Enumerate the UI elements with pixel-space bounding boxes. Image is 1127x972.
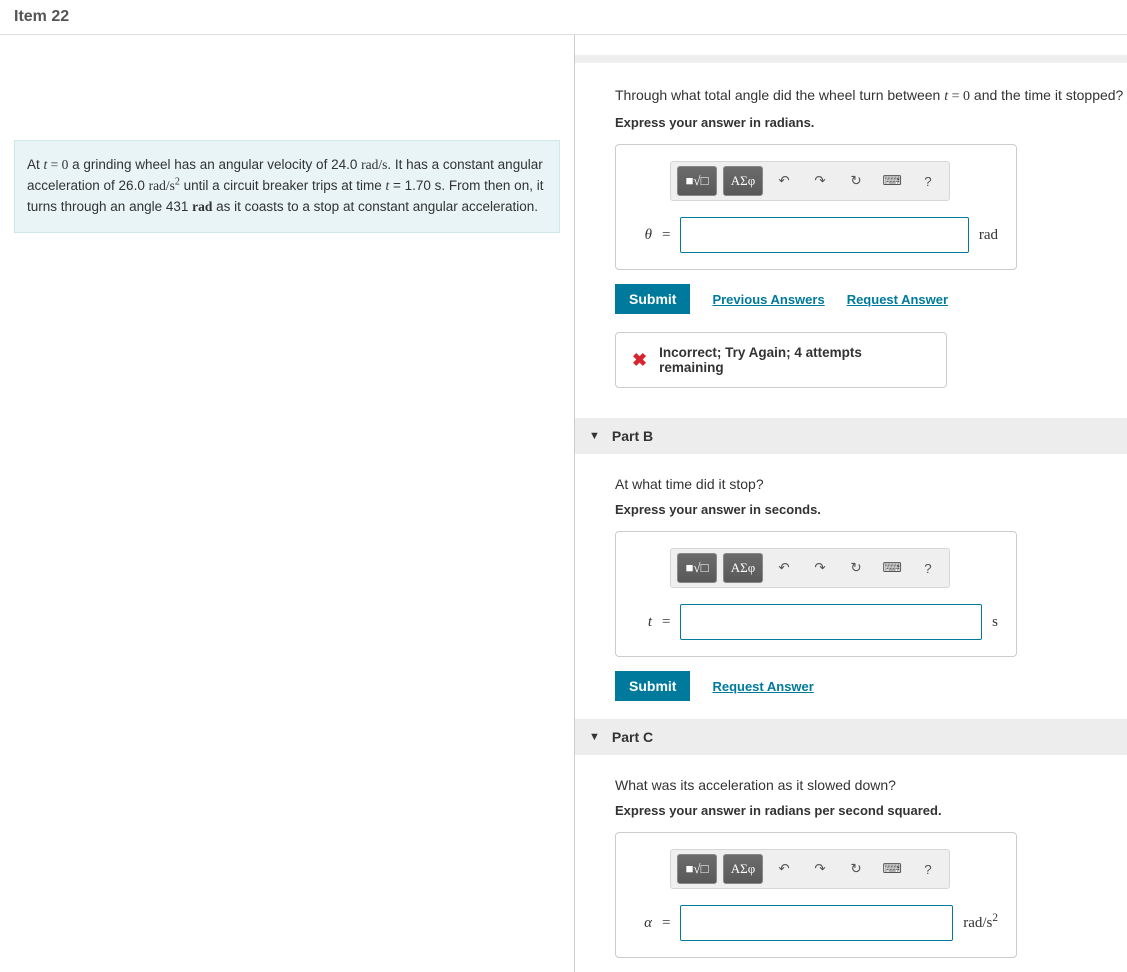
reset-icon: ↻ (850, 861, 861, 877)
part-b-variable: t (634, 614, 652, 631)
part-b-submit-button[interactable]: Submit (615, 671, 690, 701)
part-c-input-row: α = rad/s2 (634, 905, 998, 941)
part-b-unit: s (992, 614, 998, 631)
templates-button[interactable]: ■√□ (677, 854, 717, 884)
part-c-instruction: Express your answer in radians per secon… (615, 803, 1127, 818)
incorrect-icon: ✖ (632, 350, 647, 371)
equation-toolbar: ■√□ ΑΣφ ↶ ↷ ↻ ⌨ ? (670, 161, 950, 201)
equals-sign: = (662, 614, 670, 631)
help-icon: ? (924, 561, 931, 576)
part-c-input[interactable] (680, 905, 953, 941)
equals-sign: = (662, 227, 670, 244)
part-a-feedback-text: Incorrect; Try Again; 4 attempts remaini… (659, 345, 930, 375)
keyboard-icon: ⌨ (882, 560, 901, 576)
previous-answers-link[interactable]: Previous Answers (712, 292, 824, 307)
undo-icon: ↶ (778, 861, 789, 877)
reset-button[interactable]: ↻ (841, 854, 871, 884)
help-button[interactable]: ? (913, 854, 943, 884)
request-answer-link[interactable]: Request Answer (847, 292, 948, 307)
reset-button[interactable]: ↻ (841, 553, 871, 583)
root-icon: ■√□ (686, 560, 709, 576)
part-a-scrubber (575, 55, 1127, 63)
reset-icon: ↻ (850, 173, 861, 189)
help-button[interactable]: ? (913, 166, 943, 196)
reset-icon: ↻ (850, 560, 861, 576)
keyboard-button[interactable]: ⌨ (877, 553, 907, 583)
help-icon: ? (924, 862, 931, 877)
part-a: Through what total angle did the wheel t… (575, 87, 1127, 388)
two-column-layout: At t = 0 a grinding wheel has an angular… (0, 35, 1127, 972)
redo-icon: ↷ (814, 173, 825, 189)
redo-button[interactable]: ↷ (805, 166, 835, 196)
request-answer-link[interactable]: Request Answer (712, 679, 813, 694)
part-c-unit: rad/s2 (963, 915, 998, 932)
parts-pane: Through what total angle did the wheel t… (575, 35, 1127, 972)
root-icon: ■√□ (686, 173, 709, 189)
part-b: At what time did it stop? Express your a… (575, 476, 1127, 701)
equals-sign: = (662, 915, 670, 932)
chevron-down-icon: ▼ (589, 731, 600, 743)
problem-statement: At t = 0 a grinding wheel has an angular… (14, 140, 560, 233)
part-a-unit: rad (979, 227, 998, 244)
equation-toolbar: ■√□ ΑΣφ ↶ ↷ ↻ ⌨ ? (670, 548, 950, 588)
undo-icon: ↶ (778, 173, 789, 189)
part-b-actions: Submit Request Answer (615, 671, 1127, 701)
keyboard-button[interactable]: ⌨ (877, 854, 907, 884)
part-b-question: At what time did it stop? (615, 476, 1127, 492)
chevron-down-icon: ▼ (589, 430, 600, 442)
redo-button[interactable]: ↷ (805, 553, 835, 583)
help-icon: ? (924, 174, 931, 189)
part-b-header[interactable]: ▼ Part B (575, 418, 1127, 454)
part-a-actions: Submit Previous Answers Request Answer (615, 284, 1127, 314)
keyboard-button[interactable]: ⌨ (877, 166, 907, 196)
part-a-input[interactable] (680, 217, 968, 253)
greek-button[interactable]: ΑΣφ (723, 166, 763, 196)
part-b-title: Part B (612, 428, 653, 444)
part-b-input-row: t = s (634, 604, 998, 640)
part-c-title: Part C (612, 729, 653, 745)
part-a-answer-box: ■√□ ΑΣφ ↶ ↷ ↻ ⌨ ? θ = rad (615, 144, 1017, 270)
part-b-input[interactable] (680, 604, 982, 640)
help-button[interactable]: ? (913, 553, 943, 583)
problem-pane: At t = 0 a grinding wheel has an angular… (0, 35, 574, 972)
keyboard-icon: ⌨ (882, 861, 901, 877)
templates-button[interactable]: ■√□ (677, 166, 717, 196)
part-a-submit-button[interactable]: Submit (615, 284, 690, 314)
part-a-variable: θ (634, 227, 652, 244)
part-c: What was its acceleration as it slowed d… (575, 777, 1127, 958)
part-a-question: Through what total angle did the wheel t… (615, 87, 1127, 105)
part-c-question: What was its acceleration as it slowed d… (615, 777, 1127, 793)
redo-icon: ↷ (814, 861, 825, 877)
redo-icon: ↷ (814, 560, 825, 576)
reset-button[interactable]: ↻ (841, 166, 871, 196)
greek-button[interactable]: ΑΣφ (723, 553, 763, 583)
equation-toolbar: ■√□ ΑΣφ ↶ ↷ ↻ ⌨ ? (670, 849, 950, 889)
undo-button[interactable]: ↶ (769, 553, 799, 583)
undo-icon: ↶ (778, 560, 789, 576)
redo-button[interactable]: ↷ (805, 854, 835, 884)
greek-button[interactable]: ΑΣφ (723, 854, 763, 884)
templates-button[interactable]: ■√□ (677, 553, 717, 583)
part-c-header[interactable]: ▼ Part C (575, 719, 1127, 755)
keyboard-icon: ⌨ (882, 173, 901, 189)
part-a-input-row: θ = rad (634, 217, 998, 253)
part-b-instruction: Express your answer in seconds. (615, 502, 1127, 517)
part-b-answer-box: ■√□ ΑΣφ ↶ ↷ ↻ ⌨ ? t = s (615, 531, 1017, 657)
part-a-instruction: Express your answer in radians. (615, 115, 1127, 130)
part-c-variable: α (634, 915, 652, 932)
page-title: Item 22 (14, 8, 1113, 26)
root-icon: ■√□ (686, 861, 709, 877)
undo-button[interactable]: ↶ (769, 166, 799, 196)
part-a-feedback: ✖ Incorrect; Try Again; 4 attempts remai… (615, 332, 947, 388)
page-header: Item 22 (0, 0, 1127, 35)
part-c-answer-box: ■√□ ΑΣφ ↶ ↷ ↻ ⌨ ? α = rad/s2 (615, 832, 1017, 958)
undo-button[interactable]: ↶ (769, 854, 799, 884)
